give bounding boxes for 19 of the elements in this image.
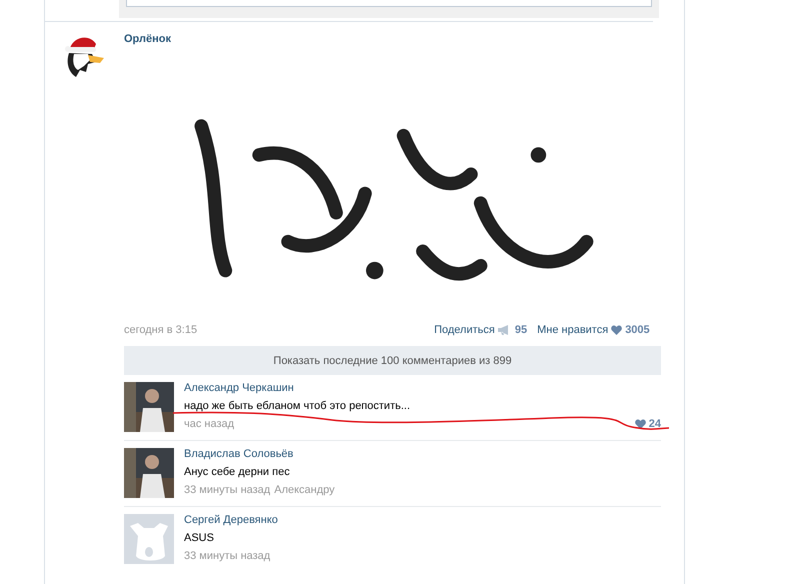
post-time: сегодня в 3:15 bbox=[124, 324, 198, 336]
comment-author-link[interactable]: Сергей Деревянко bbox=[184, 514, 661, 526]
comment-time: 33 минуты назад bbox=[184, 484, 270, 496]
comment-likes[interactable]: 24 bbox=[634, 418, 661, 430]
dog-avatar-icon bbox=[124, 514, 174, 564]
comment-text: надо же быть ебланом чтоб это репостить... bbox=[184, 400, 412, 412]
share-link[interactable]: Поделиться 95 bbox=[434, 324, 528, 336]
input-field[interactable] bbox=[126, 0, 652, 7]
comment-author-link[interactable]: Александр Черкашин bbox=[184, 382, 661, 394]
comment-text: ASUS bbox=[184, 532, 215, 544]
heart-icon bbox=[634, 419, 646, 429]
comment-time: 33 минуты назад bbox=[184, 550, 270, 562]
comment-time: час назад bbox=[184, 418, 234, 430]
show-more-comments-button[interactable]: Показать последние 100 комментариев из 899 bbox=[124, 346, 661, 375]
heart-icon bbox=[611, 325, 622, 335]
comment-text: Анус себе дерни пес bbox=[184, 466, 291, 478]
comment-author-link[interactable]: Владислав Соловьёв bbox=[184, 448, 661, 460]
author-link[interactable]: Орлёнок bbox=[124, 33, 171, 45]
like-link[interactable]: Мне нравится 3005 bbox=[537, 324, 650, 336]
